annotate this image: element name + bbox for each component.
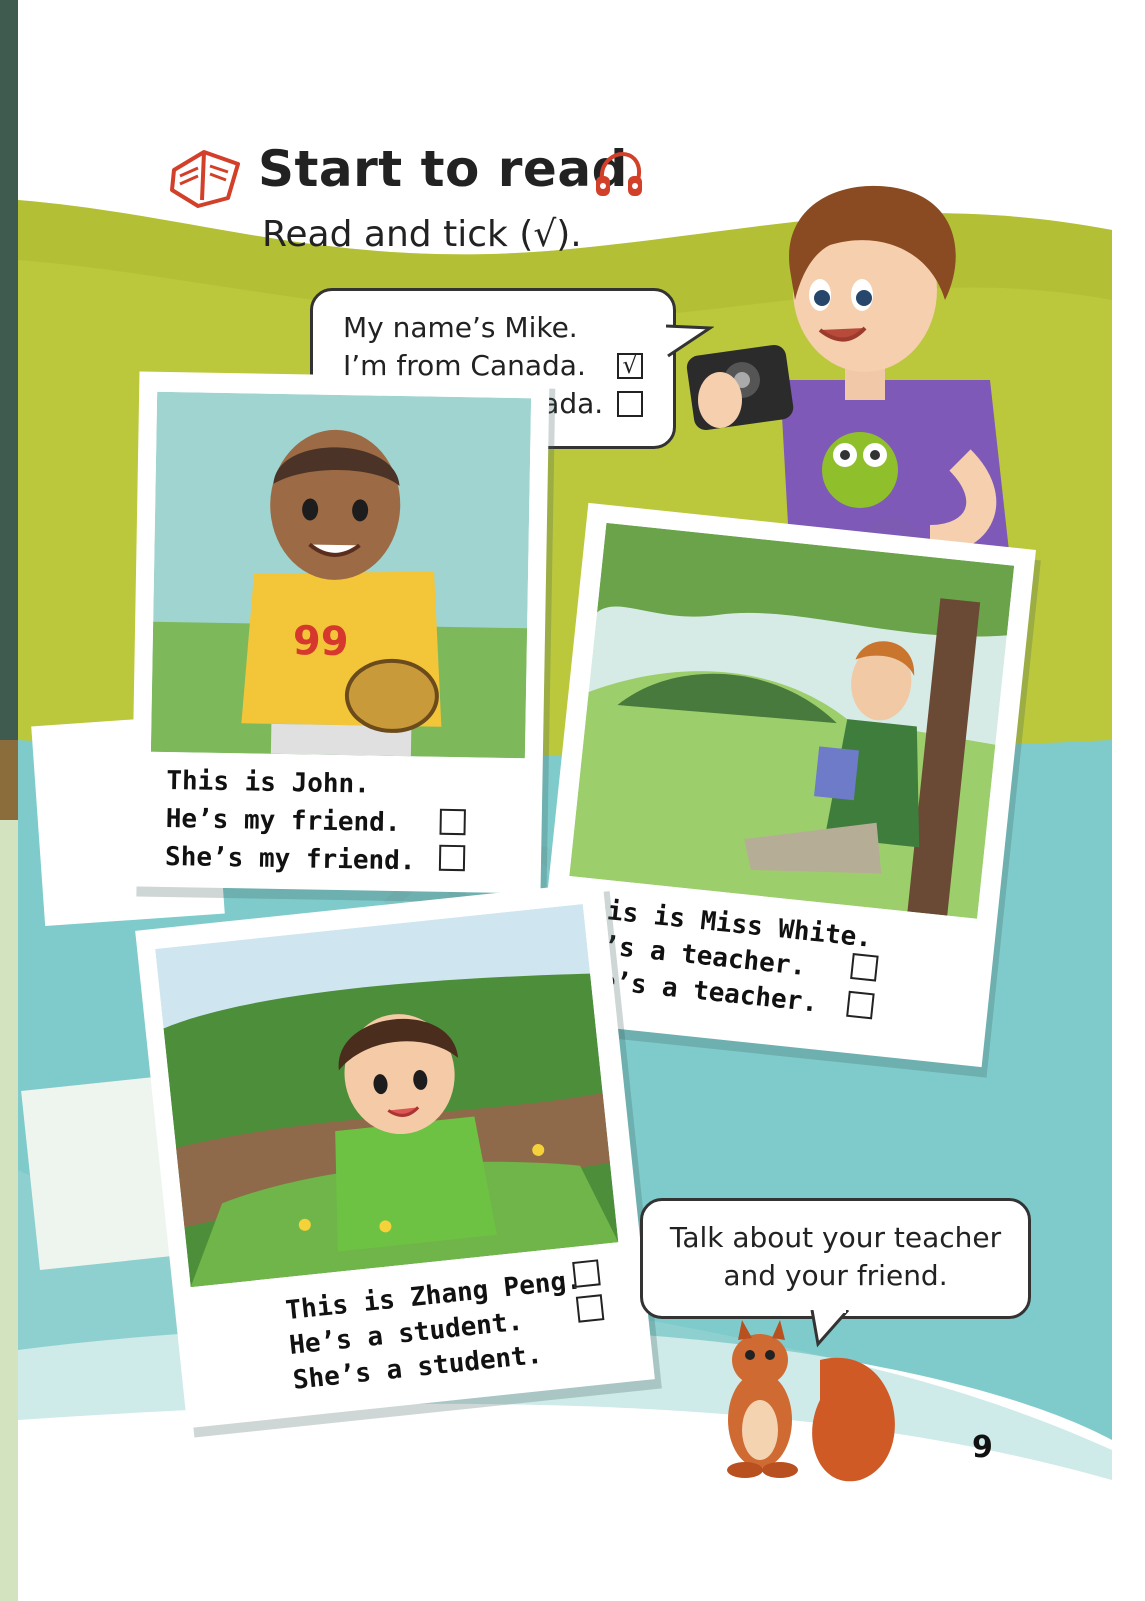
- bubble-line: and your friend.: [723, 1259, 948, 1292]
- tick-box[interactable]: [850, 953, 879, 982]
- bubble-tail: [810, 1310, 850, 1348]
- tick-box[interactable]: [617, 391, 643, 417]
- photo-john: 99 This is John. He’s my friend. She’s m…: [130, 371, 550, 894]
- photo-caption-line: She’s my friend.: [164, 841, 416, 877]
- tick-box[interactable]: [439, 808, 466, 836]
- miss-white-illustration: [569, 522, 1015, 919]
- talk-speech-bubble: Talk about your teacher and your friend.: [640, 1198, 1031, 1319]
- headphones-icon[interactable]: [594, 150, 644, 200]
- bubble-line: My name’s Mike.: [343, 311, 578, 344]
- page-number: 9: [972, 1430, 993, 1465]
- bubble-tail: [666, 324, 714, 358]
- tick-box[interactable]: √: [617, 353, 643, 379]
- photo-caption-line: He’s my friend.: [165, 803, 401, 839]
- instruction-text: Read and tick (√).: [262, 214, 582, 255]
- john-illustration: 99: [150, 391, 532, 759]
- open-book-icon: [168, 140, 244, 210]
- photo-caption-line: This is John.: [166, 765, 371, 800]
- section-title: Start to read: [258, 140, 628, 198]
- tick-box[interactable]: [846, 990, 875, 1020]
- photo-zhang-peng: This is Zhang Peng. He’s a student. She’…: [135, 881, 655, 1429]
- bubble-line: Talk about your teacher: [669, 1221, 1002, 1254]
- tick-box[interactable]: [572, 1259, 601, 1288]
- zhang-peng-illustration: [155, 903, 619, 1288]
- tick-box[interactable]: [438, 844, 466, 872]
- tick-box[interactable]: [575, 1294, 605, 1323]
- shirt-number: 99: [292, 618, 348, 665]
